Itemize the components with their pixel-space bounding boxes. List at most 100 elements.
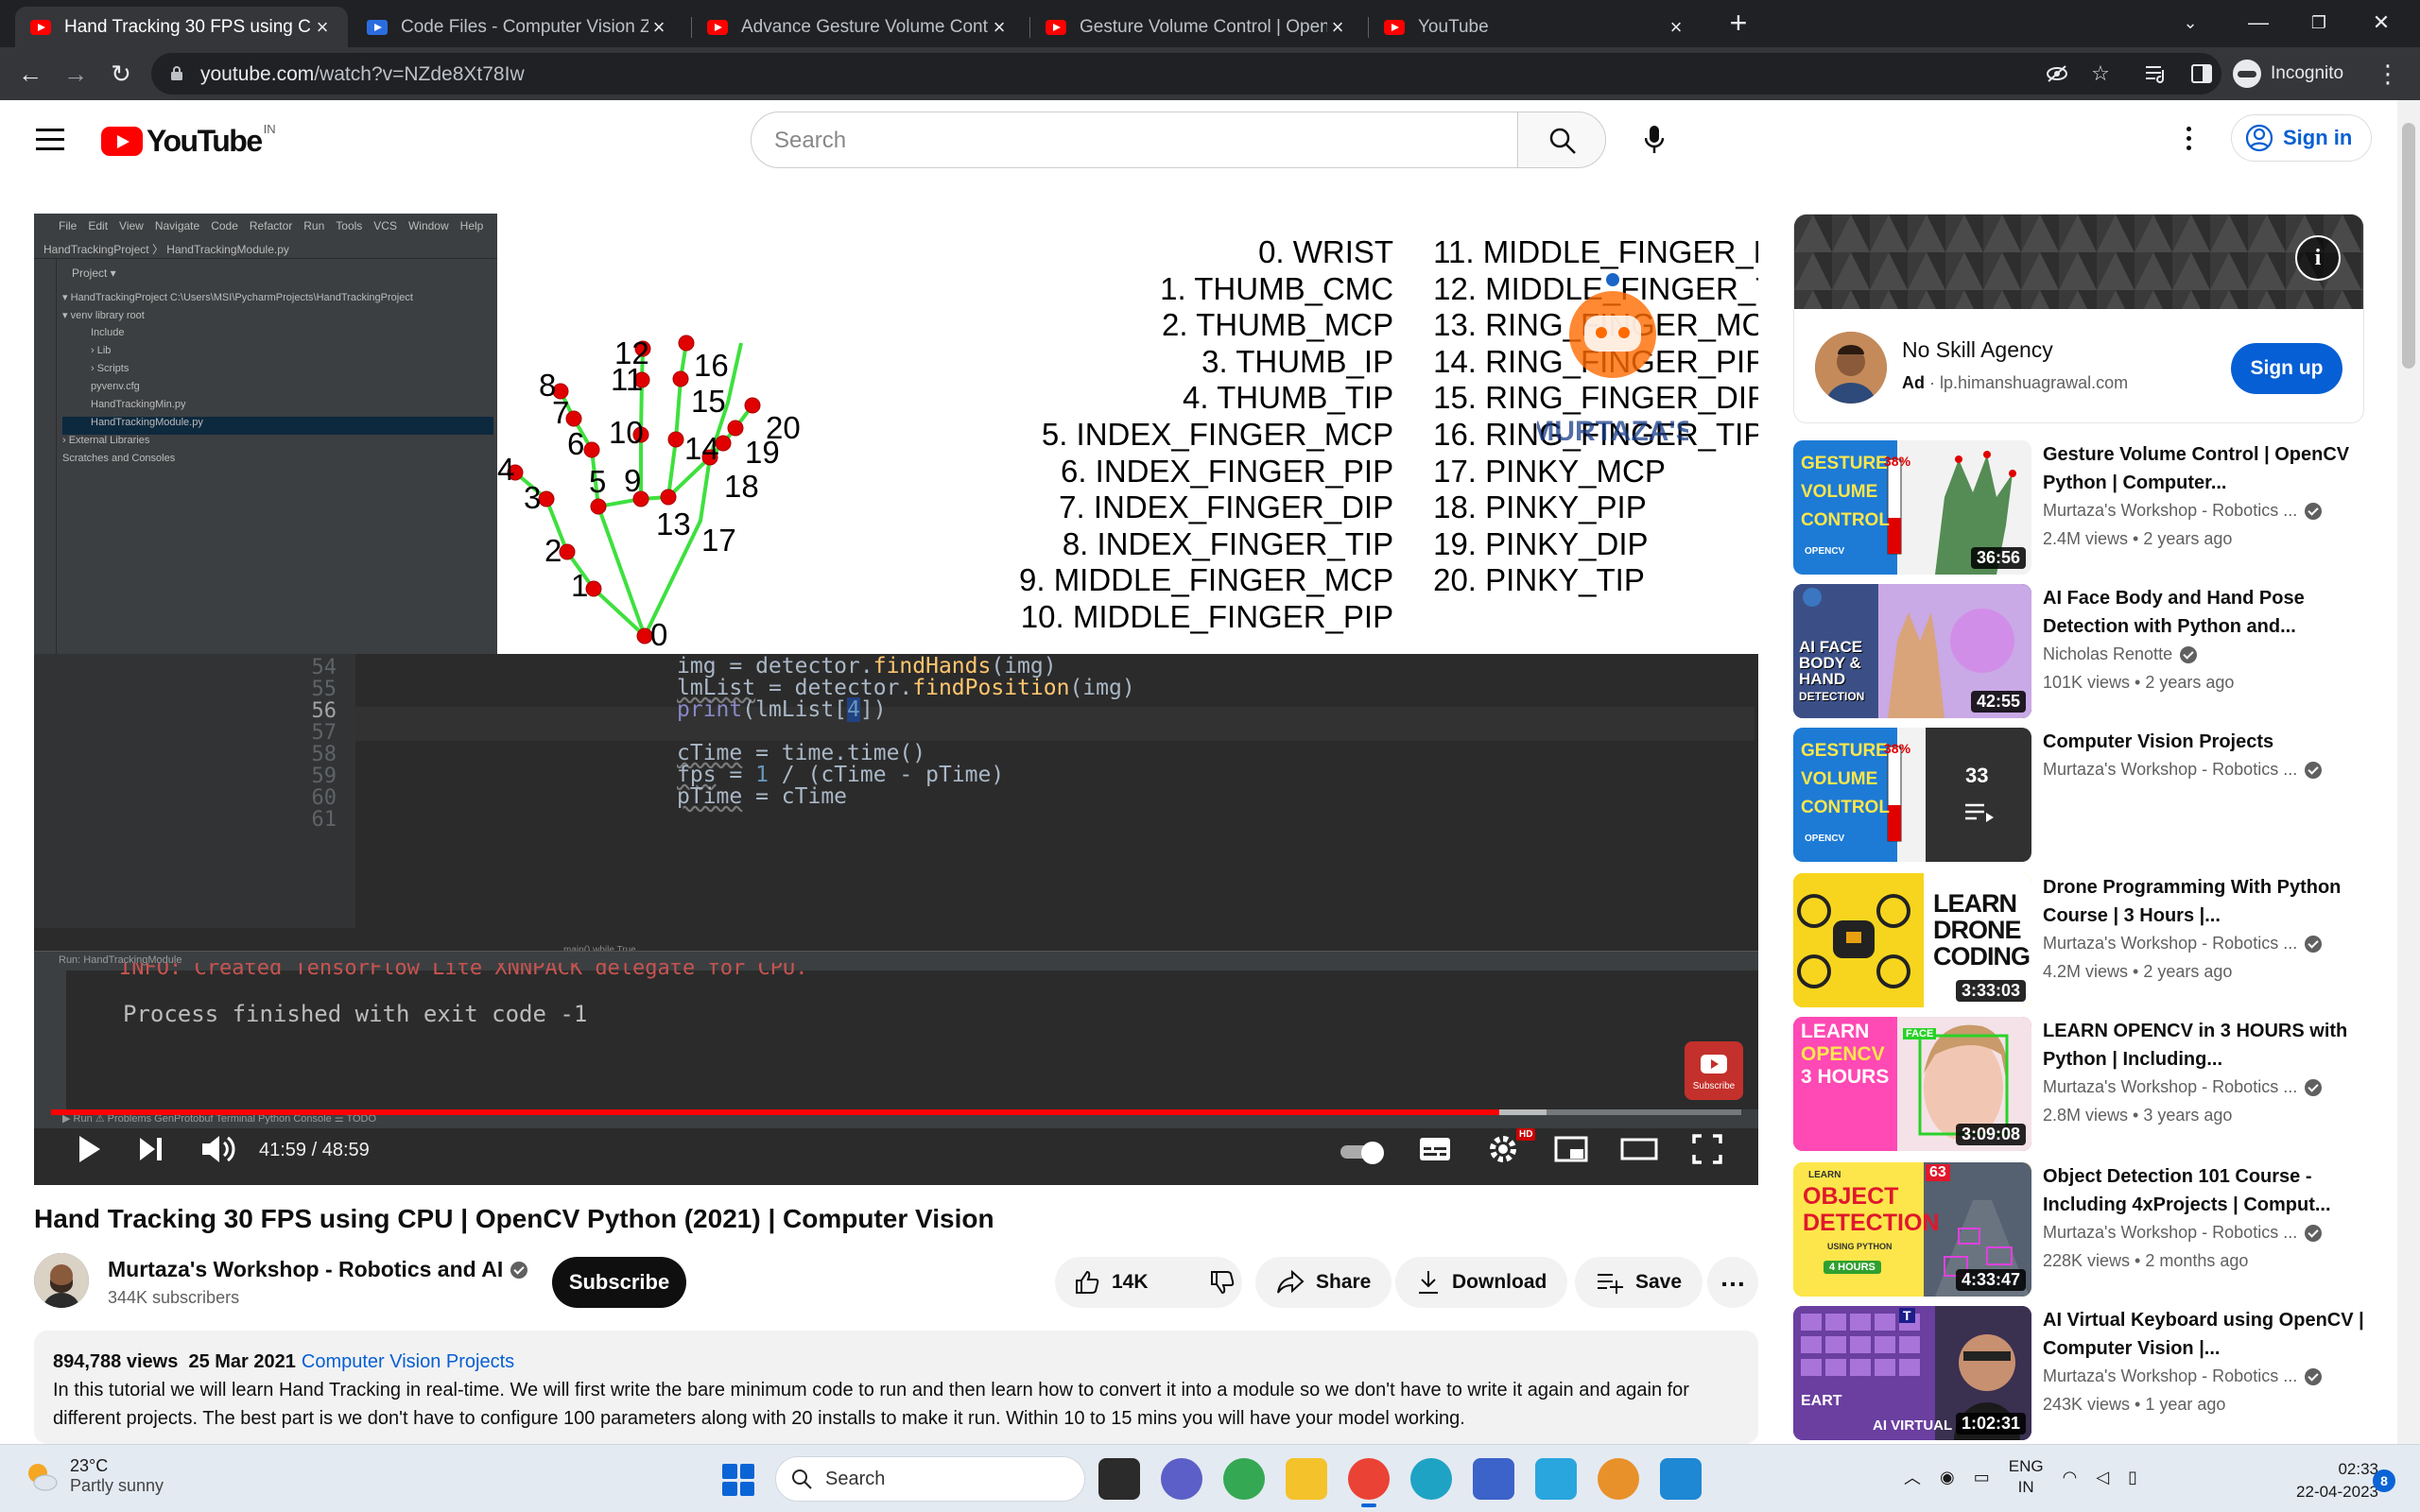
video-title[interactable]: Drone Programming With Python Course | 3… [2043,873,2364,930]
ad-signup-button[interactable]: Sign up [2231,343,2342,394]
restore-button[interactable]: ❐ [2295,6,2342,40]
video-thumbnail[interactable]: LEARN DRONE CODING 3:33:03 [1793,873,2031,1007]
tab-search-icon[interactable]: ⌄ [2167,6,2214,40]
task-view-icon[interactable] [1098,1458,1140,1500]
next-icon[interactable] [129,1126,174,1172]
recommended-video[interactable]: LEARN OBJECT DETECTION USING PYTHON 4 HOU… [1793,1162,2379,1297]
ad-card[interactable]: i No Skill Agency Ad · lp.himanshuagrawa… [1793,214,2364,423]
channel-name[interactable]: Murtaza's Workshop - Robotics ... [2043,501,2323,521]
new-tab-button[interactable]: + [1722,8,1754,40]
edge-icon[interactable] [1410,1458,1452,1500]
app-tray-icon[interactable]: ◉ [1940,1468,1955,1487]
video-title[interactable]: AI Face Body and Hand Pose Detection wit… [2043,584,2364,641]
forward-button[interactable]: → [59,57,93,91]
close-icon[interactable]: × [1666,15,1686,40]
save-button[interactable]: Save [1575,1257,1703,1308]
recommended-video[interactable]: LEARN OPENCV 3 HOURS FACE 3:09:08 LEARN OP… [1793,1017,2379,1151]
more-actions-button[interactable]: … [1707,1257,1758,1308]
start-button[interactable] [722,1464,754,1496]
chrome-incognito-icon[interactable] [1348,1458,1390,1507]
channel-name[interactable]: Murtaza's Workshop - Robotics ... [2043,934,2323,954]
bookmark-star-icon[interactable]: ☆ [2083,57,2118,91]
chrome-icon[interactable] [1223,1458,1265,1500]
speaker-icon[interactable]: ◁ [2096,1468,2109,1487]
channel-avatar[interactable] [34,1253,89,1308]
description-tag-link[interactable]: Computer Vision Projects [302,1351,514,1372]
recommended-video[interactable]: GESTURE VOLUME CONTROL OPENCV 38% 36:56 Ge… [1793,440,2379,575]
video-thumbnail[interactable]: AI FACE BODY & HAND DETECTION 42:55 [1793,584,2031,718]
tab-advance-gesture[interactable]: Advance Gesture Volume Control × [692,7,1025,47]
store-icon[interactable] [1473,1458,1514,1500]
channel-name[interactable]: Murtaza's Workshop - Robotics ... [2043,760,2323,780]
close-window-button[interactable]: ✕ [2358,6,2405,40]
reload-button[interactable]: ↻ [104,57,138,91]
guide-menu-icon[interactable] [36,129,64,151]
video-thumbnail[interactable]: T EART AI VIRTUAL 1:02:31 [1793,1306,2031,1440]
video-title[interactable]: LEARN OPENCV in 3 HOURS with Python | In… [2043,1017,2364,1074]
description-box[interactable]: 894,788 views 25 Mar 2021 Computer Vision… [34,1331,1758,1444]
channel-name[interactable]: Murtaza's Workshop - Robotics ... [2043,1223,2323,1243]
chevron-up-icon[interactable]: ︿ [1904,1465,1921,1489]
media-queue-icon[interactable] [2146,64,2169,83]
subtitles-icon[interactable] [1412,1126,1458,1172]
wifi-icon[interactable]: ◠ [2063,1468,2078,1487]
video-title[interactable]: AI Virtual Keyboard using OpenCV | Compu… [2043,1306,2364,1363]
file-explorer-icon[interactable] [1286,1458,1327,1500]
language-indicator[interactable]: ENG IN [2009,1456,2044,1498]
subscribe-button[interactable]: Subscribe [552,1257,686,1308]
weather-widget[interactable]: 23°C Partly sunny [23,1456,164,1496]
keyboard-icon[interactable]: ▭ [1974,1468,1990,1487]
side-panel-icon[interactable] [2191,64,2212,83]
close-icon[interactable]: × [1327,15,1348,40]
autoplay-toggle[interactable] [1340,1142,1390,1164]
search-button[interactable] [1517,112,1606,168]
incognito-indicator[interactable]: Incognito [2233,59,2343,89]
scrollbar-thumb[interactable] [2402,123,2415,369]
volume-icon[interactable] [195,1126,240,1172]
youtube-logo[interactable]: YouTube IN [101,122,276,159]
subscribe-overlay[interactable]: Subscribe [1685,1041,1743,1100]
video-progress-bar[interactable] [51,1109,1741,1115]
video-title[interactable]: Gesture Volume Control | OpenCV Python |… [2043,440,2364,497]
share-button[interactable]: Share [1255,1257,1392,1308]
l-app-icon[interactable] [1535,1458,1577,1500]
close-icon[interactable]: × [648,15,669,40]
video-thumbnail[interactable]: GESTURE VOLUME CONTROL OPENCV 38% 36:56 [1793,440,2031,575]
eye-off-icon[interactable] [2046,64,2068,83]
play-icon[interactable] [66,1126,112,1172]
recommended-video[interactable]: LEARN DRONE CODING 3:33:03 Drone Programmi… [1793,873,2379,1007]
tab-gesture-volume[interactable]: Gesture Volume Control | OpenC × [1030,7,1363,47]
chat-icon[interactable] [1161,1458,1202,1500]
download-button[interactable]: Download [1395,1257,1568,1308]
tab-code-files[interactable]: Code Files - Computer Vision Zo × [352,7,684,47]
search-input[interactable] [774,126,1493,156]
channel-name[interactable]: Nicholas Renotte [2043,644,2198,664]
voice-search-button[interactable] [1628,113,1681,166]
vscode-icon[interactable] [1660,1458,1702,1500]
chrome-menu-icon[interactable]: ⋮ [2371,57,2405,91]
address-bar[interactable]: youtube.com/watch?v=NZde8Xt78Iw [151,53,2221,94]
playlist-thumbnail[interactable]: GESTURE VOLUME CONTROL OPENCV 38% 33 [1793,728,2031,862]
fullscreen-icon[interactable] [1685,1126,1730,1172]
recommended-video[interactable]: AI FACE BODY & HAND DETECTION 42:55 AI Face… [1793,584,2379,718]
dislike-button[interactable] [1190,1257,1254,1308]
notification-badge[interactable]: 8 [2373,1469,2395,1492]
miniplayer-icon[interactable] [1548,1126,1594,1172]
video-thumbnail[interactable]: LEARN OBJECT DETECTION USING PYTHON 4 HOU… [1793,1162,2031,1297]
minimize-button[interactable]: — [2235,6,2282,40]
taskbar-search[interactable]: Search [775,1456,1085,1502]
sign-in-button[interactable]: Sign in [2231,114,2373,162]
channel-name[interactable]: Murtaza's Workshop - Robotics ... [2043,1077,2323,1097]
close-icon[interactable]: × [312,15,333,40]
like-button[interactable]: 14K [1055,1257,1167,1308]
settings-menu-icon[interactable] [2179,123,2198,161]
video-thumbnail[interactable]: LEARN OPENCV 3 HOURS FACE 3:09:08 [1793,1017,2031,1151]
page-scrollbar[interactable] [2397,100,2420,1444]
video-title[interactable]: Object Detection 101 Course - Including … [2043,1162,2364,1219]
tab-youtube[interactable]: YouTube × [1369,7,1702,47]
chrome-profile-icon[interactable] [1598,1458,1639,1500]
theater-mode-icon[interactable] [1616,1126,1662,1172]
battery-icon[interactable]: ▯ [2128,1468,2137,1487]
video-player[interactable]: File Edit View Navigate Code Refactor Ru… [34,214,1758,1185]
playlist-title[interactable]: Computer Vision Projects [2043,728,2364,756]
